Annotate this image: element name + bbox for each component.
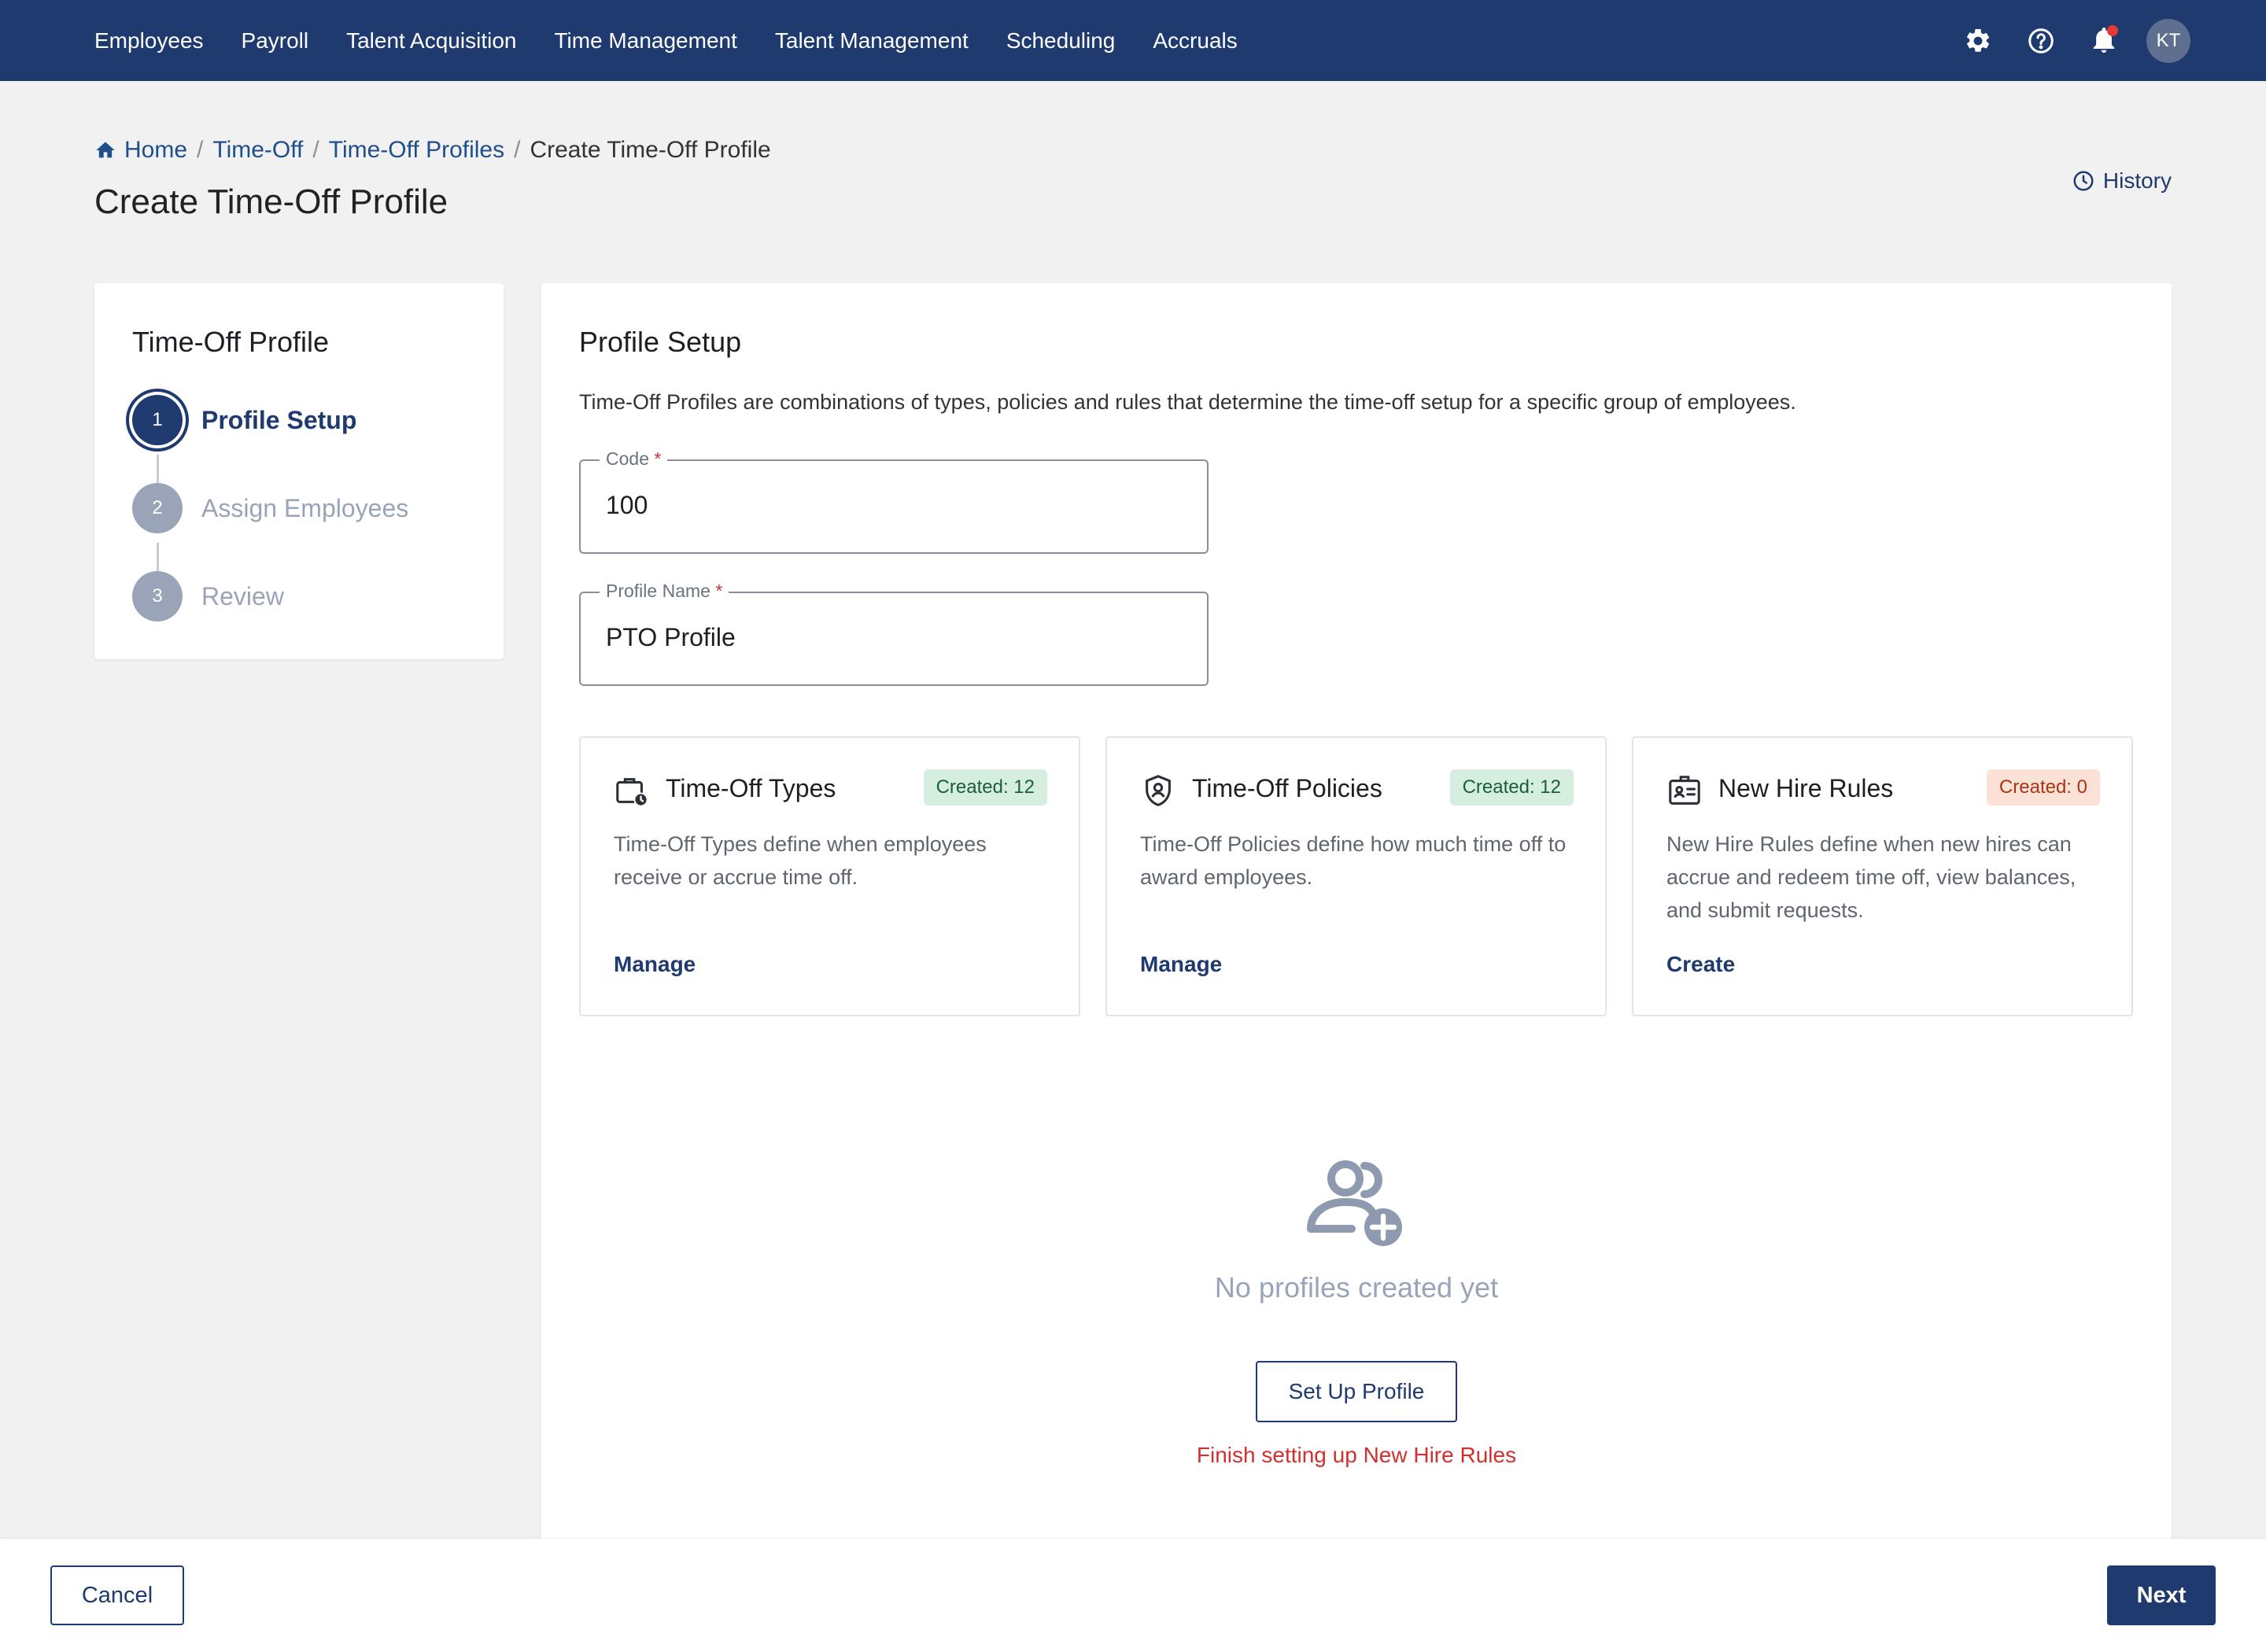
card-description: Time-Off Types define when employees rec… <box>614 832 987 889</box>
top-navigation-bar: Employees Payroll Talent Acquisition Tim… <box>0 0 2266 81</box>
status-badge: Created: 0 <box>1986 769 2100 806</box>
clock-icon <box>2073 171 2094 191</box>
status-badge: Created: 12 <box>1449 769 1574 806</box>
step-assign-employees[interactable]: 2 Assign Employees <box>132 483 408 533</box>
breadcrumb: Home / Time-Off / Time-Off Profiles / Cr… <box>94 137 771 164</box>
code-input[interactable] <box>606 491 1172 520</box>
profile-name-input[interactable] <box>606 623 1172 652</box>
step-number: 1 <box>132 395 183 445</box>
step-review[interactable]: 3 Review <box>132 571 284 621</box>
profile-name-field-label: Profile Name * <box>600 581 729 602</box>
set-up-profile-button[interactable]: Set Up Profile <box>1256 1361 1457 1422</box>
new-hire-rules-card: New Hire Rules Created: 0 New Hire Rules… <box>1632 736 2133 1016</box>
history-label: History <box>2102 168 2172 193</box>
breadcrumb-current: Create Time-Off Profile <box>530 137 771 163</box>
section-title: Profile Setup <box>579 326 742 358</box>
page-title: Create Time-Off Profile <box>94 183 448 221</box>
main-nav: Employees Payroll Talent Acquisition Tim… <box>94 0 1275 81</box>
breadcrumb-home[interactable]: Home <box>124 137 187 164</box>
stepper-title: Time-Off Profile <box>132 326 330 358</box>
history-button[interactable]: History <box>2072 168 2172 194</box>
nav-item-payroll[interactable]: Payroll <box>242 28 309 53</box>
footer-bar: Cancel Next <box>0 1539 2266 1652</box>
breadcrumb-separator: / <box>312 137 319 163</box>
nav-item-scheduling[interactable]: Scheduling <box>1006 28 1116 53</box>
manage-types-link[interactable]: Manage <box>614 952 696 977</box>
gear-icon[interactable] <box>1958 20 1998 61</box>
section-description: Time-Off Profiles are combinations of ty… <box>579 390 1796 414</box>
home-icon <box>96 142 115 158</box>
shield-user-icon <box>1146 775 1171 806</box>
bell-icon[interactable] <box>2083 20 2124 61</box>
code-field[interactable]: Code * <box>579 448 1209 554</box>
nav-item-talent-acquisition[interactable]: Talent Acquisition <box>346 28 516 53</box>
nav-item-accruals[interactable]: Accruals <box>1153 28 1237 53</box>
status-badge: Created: 12 <box>923 769 1047 806</box>
cancel-button[interactable]: Cancel <box>50 1565 184 1625</box>
step-label: Assign Employees <box>201 493 409 522</box>
next-button[interactable]: Next <box>2107 1565 2216 1625</box>
manage-policies-link[interactable]: Manage <box>1140 952 1222 977</box>
card-title: New Hire Rules <box>1718 774 1894 802</box>
nav-item-employees[interactable]: Employees <box>94 28 204 53</box>
nav-item-talent-management[interactable]: Talent Management <box>775 28 969 53</box>
step-number: 2 <box>132 483 183 533</box>
card-title: Time-Off Policies <box>1192 774 1382 802</box>
nav-item-time-management[interactable]: Time Management <box>554 28 736 53</box>
profile-setup-panel: Profile Setup Time-Off Profiles are comb… <box>541 283 2172 1542</box>
step-label: Profile Setup <box>201 405 357 434</box>
card-description: New Hire Rules define when new hires can… <box>1666 832 2076 922</box>
nav-actions: KT <box>1936 0 2190 81</box>
id-badge-icon <box>1669 776 1700 805</box>
briefcase-clock-icon <box>616 778 648 807</box>
stepper-panel: Time-Off Profile 1 Profile Setup 2 Assig… <box>94 283 504 659</box>
code-field-label: Code * <box>600 448 668 470</box>
notification-dot <box>2107 24 2118 36</box>
profile-name-field[interactable]: Profile Name * <box>579 581 1209 686</box>
breadcrumb-time-off-profiles[interactable]: Time-Off Profiles <box>329 137 504 164</box>
help-icon[interactable] <box>2021 20 2061 61</box>
warning-message: Finish setting up New Hire Rules <box>1196 1443 1517 1467</box>
empty-state-message: No profiles created yet <box>1214 1271 1499 1304</box>
create-new-hire-rules-link[interactable]: Create <box>1666 952 1735 977</box>
breadcrumb-separator: / <box>197 137 204 163</box>
card-description: Time-Off Policies define how much time o… <box>1140 832 1567 889</box>
step-number: 3 <box>132 571 183 621</box>
time-off-policies-card: Time-Off Policies Created: 12 Time-Off P… <box>1105 736 1607 1016</box>
time-off-types-card: Time-Off Types Created: 12 Time-Off Type… <box>579 736 1080 1016</box>
avatar[interactable]: KT <box>2146 18 2190 63</box>
card-title: Time-Off Types <box>666 774 836 802</box>
users-add-icon <box>1307 1160 1402 1246</box>
breadcrumb-separator: / <box>514 137 521 163</box>
step-profile-setup[interactable]: 1 Profile Setup <box>132 395 356 445</box>
step-label: Review <box>201 581 284 610</box>
breadcrumb-time-off[interactable]: Time-Off <box>212 137 303 164</box>
